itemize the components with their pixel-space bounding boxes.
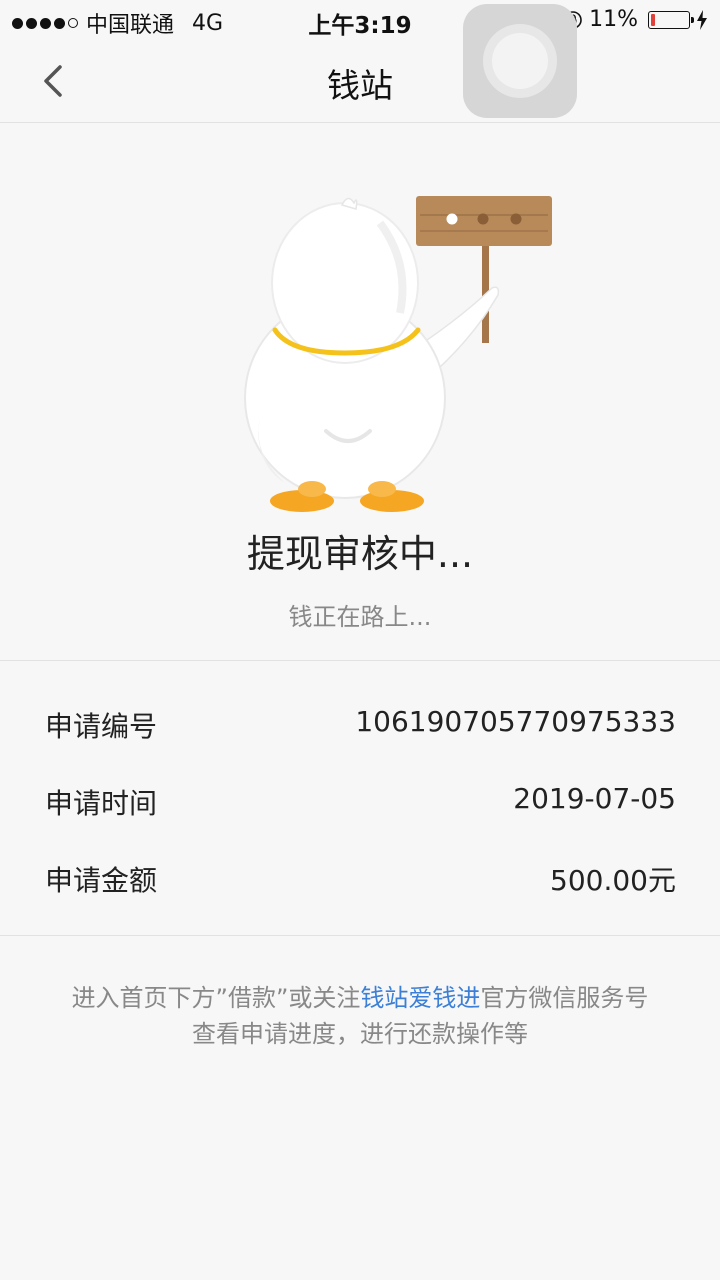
detail-row-application-amount: 申请金额 500.00元 [45, 859, 676, 899]
footer-line-2: 查看申请进度，进行还款操作等 [192, 1020, 528, 1048]
detail-value: 2019-07-05 [513, 782, 676, 815]
page-title: 钱站 [327, 66, 393, 105]
footer-text: 进入首页下方”借款”或关注 [71, 984, 361, 1012]
assistive-touch-button[interactable] [463, 4, 577, 118]
charging-bolt-icon [697, 9, 707, 30]
nav-bar: 钱站 [0, 40, 720, 123]
detail-label: 申请时间 [45, 787, 158, 820]
detail-value: 500.00元 [550, 864, 676, 897]
status-bar: 中国联通 4G 上午3:19 11% [0, 0, 720, 40]
detail-value: 106190705770975333 [355, 705, 676, 738]
status-section: 提现审核中... 钱正在路上... [0, 123, 720, 661]
duck-mascot-illustration [244, 196, 552, 512]
battery-icon [648, 10, 694, 29]
status-right: 11% [563, 7, 708, 32]
status-subtitle: 钱正在路上... [288, 603, 432, 631]
status-title: 提现审核中... [246, 532, 474, 576]
application-details: 申请编号 106190705770975333 申请时间 2019-07-05 … [0, 661, 720, 936]
detail-label: 申请编号 [45, 710, 158, 743]
footer-line-1: 进入首页下方”借款”或关注钱站爱钱进官方微信服务号 [0, 980, 720, 1016]
battery-fill [651, 13, 655, 26]
footer-text: 官方微信服务号 [480, 984, 649, 1012]
footer-hint: 进入首页下方”借款”或关注钱站爱钱进官方微信服务号 查看申请进度，进行还款操作等 [0, 980, 720, 1052]
detail-row-application-number: 申请编号 106190705770975333 [45, 705, 676, 745]
detail-row-application-time: 申请时间 2019-07-05 [45, 782, 676, 822]
battery-percent: 11% [589, 7, 638, 32]
wechat-account-link[interactable]: 钱站爱钱进 [360, 984, 480, 1012]
detail-label: 申请金额 [45, 864, 158, 897]
